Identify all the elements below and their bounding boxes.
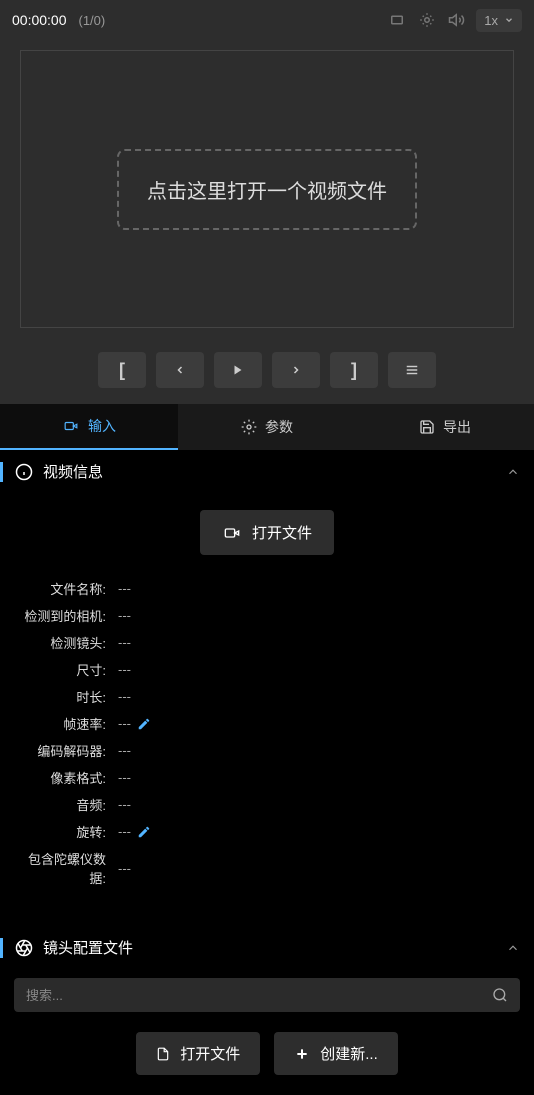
- mark-in-button[interactable]: [: [98, 352, 146, 388]
- info-row: 帧速率:---: [14, 710, 520, 737]
- plus-icon: [294, 1046, 310, 1062]
- drop-zone[interactable]: 点击这里打开一个视频文件: [117, 149, 417, 230]
- search-icon: [492, 987, 508, 1003]
- lens-search-input[interactable]: [26, 988, 492, 1003]
- next-frame-button[interactable]: [272, 352, 320, 388]
- info-value: ---: [112, 608, 131, 623]
- info-value: ---: [112, 770, 131, 785]
- crop-icon[interactable]: [386, 9, 408, 31]
- speed-dropdown[interactable]: 1x: [476, 9, 522, 32]
- aperture-icon: [15, 939, 33, 957]
- info-row: 像素格式:---: [14, 764, 520, 791]
- info-value: ---: [112, 861, 131, 876]
- info-value: ---: [112, 581, 131, 596]
- video-info-title: 视频信息: [43, 461, 496, 482]
- gear-icon: [241, 419, 257, 435]
- info-label: 检测镜头:: [14, 633, 112, 652]
- tab-input-label: 输入: [88, 416, 116, 436]
- info-row: 时长:---: [14, 683, 520, 710]
- volume-icon[interactable]: [446, 9, 468, 31]
- drop-text: 点击这里打开一个视频文件: [147, 175, 387, 204]
- info-label: 音频:: [14, 795, 112, 814]
- prev-frame-button[interactable]: [156, 352, 204, 388]
- open-file-button[interactable]: 打开文件: [200, 510, 334, 555]
- timecode: 00:00:00: [12, 12, 67, 28]
- play-button[interactable]: [214, 352, 262, 388]
- info-value: ---: [112, 689, 131, 704]
- info-row: 旋转:---: [14, 818, 520, 845]
- info-label: 旋转:: [14, 822, 112, 841]
- chevron-up-icon: [506, 941, 520, 955]
- info-label: 尺寸:: [14, 660, 112, 679]
- info-row: 检测到的相机:---: [14, 602, 520, 629]
- info-icon: [15, 463, 33, 481]
- file-icon: [156, 1045, 170, 1063]
- pencil-icon[interactable]: [137, 825, 151, 839]
- stabilize-icon[interactable]: [416, 9, 438, 31]
- info-value: ---: [112, 635, 131, 650]
- tab-params[interactable]: 参数: [178, 404, 356, 450]
- info-label: 像素格式:: [14, 768, 112, 787]
- info-row: 尺寸:---: [14, 656, 520, 683]
- lens-create-new-button[interactable]: 创建新...: [274, 1032, 398, 1075]
- info-label: 包含陀螺仪数据:: [14, 849, 112, 887]
- tab-params-label: 参数: [265, 417, 293, 437]
- info-row: 检测镜头:---: [14, 629, 520, 656]
- frame-count: (1/0): [79, 13, 106, 28]
- info-value: ---: [112, 824, 131, 839]
- lens-profile-title: 镜头配置文件: [43, 937, 496, 958]
- info-value: ---: [112, 716, 131, 731]
- pencil-icon[interactable]: [137, 717, 151, 731]
- info-label: 检测到的相机:: [14, 606, 112, 625]
- chevron-up-icon: [506, 465, 520, 479]
- video-icon: [62, 419, 80, 433]
- info-label: 时长:: [14, 687, 112, 706]
- info-row: 音频:---: [14, 791, 520, 818]
- info-label: 编码解码器:: [14, 741, 112, 760]
- tab-input[interactable]: 输入: [0, 404, 178, 450]
- speed-value: 1x: [484, 13, 498, 28]
- lens-create-new-label: 创建新...: [320, 1043, 378, 1064]
- mark-out-button[interactable]: ]: [330, 352, 378, 388]
- video-info-header[interactable]: 视频信息: [0, 451, 534, 492]
- video-preview[interactable]: 点击这里打开一个视频文件: [20, 50, 514, 328]
- info-label: 文件名称:: [14, 579, 112, 598]
- open-file-label: 打开文件: [252, 522, 312, 543]
- info-value: ---: [112, 797, 131, 812]
- video-icon: [222, 525, 242, 541]
- lens-open-file-label: 打开文件: [180, 1043, 240, 1064]
- save-icon: [419, 419, 435, 435]
- chevron-down-icon: [504, 15, 514, 25]
- info-label: 帧速率:: [14, 714, 112, 733]
- lens-open-file-button[interactable]: 打开文件: [136, 1032, 260, 1075]
- info-row: 文件名称:---: [14, 575, 520, 602]
- info-row: 编码解码器:---: [14, 737, 520, 764]
- tab-export[interactable]: 导出: [356, 404, 534, 450]
- menu-button[interactable]: [388, 352, 436, 388]
- tab-export-label: 导出: [443, 417, 471, 437]
- info-row: 包含陀螺仪数据:---: [14, 845, 520, 891]
- info-value: ---: [112, 743, 131, 758]
- lens-profile-header[interactable]: 镜头配置文件: [0, 927, 534, 968]
- info-value: ---: [112, 662, 131, 677]
